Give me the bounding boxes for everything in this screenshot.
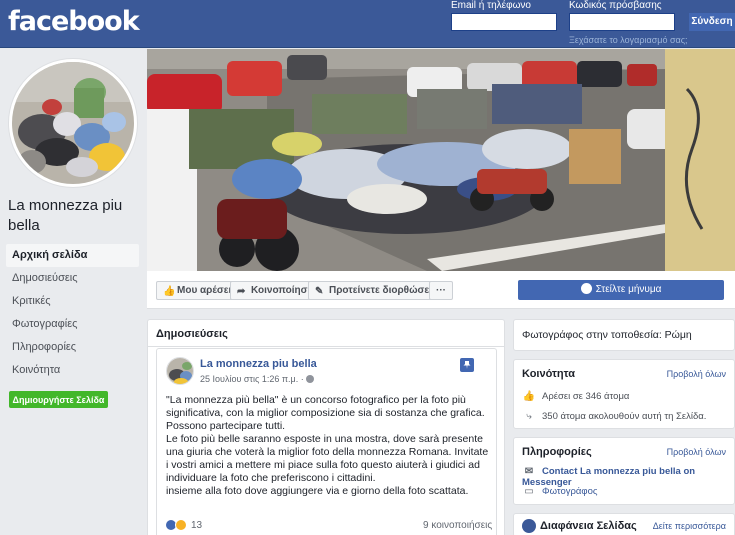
suggest-edits-button[interactable]: ✎ Προτείνετε διορθώσεις bbox=[308, 281, 444, 300]
reaction-count[interactable]: 13 bbox=[191, 520, 202, 531]
post-paragraph: "La monnezza più bella" è un concorso fo… bbox=[166, 394, 485, 419]
page-name[interactable]: La monnezza piu bella bbox=[8, 196, 143, 236]
messenger-icon: ✉ bbox=[524, 466, 534, 477]
email-input[interactable] bbox=[451, 13, 557, 31]
create-page-button[interactable]: Δημιουργήστε Σελίδα bbox=[9, 391, 108, 408]
email-label: Email ή τηλέφωνο bbox=[451, 0, 531, 11]
thumbs-up-icon: 👍 bbox=[163, 286, 176, 297]
facebook-icon bbox=[522, 519, 536, 533]
profile-photo-image bbox=[12, 62, 134, 184]
posts-section-title: Δημοσιεύσεις bbox=[156, 328, 228, 340]
post-author-name[interactable]: La monnezza piu bella bbox=[200, 358, 317, 370]
location-text: Φωτογράφος στην τοποθεσία: Ρώμη bbox=[522, 329, 692, 341]
nav-item-community[interactable]: Κοινότητα bbox=[6, 359, 139, 382]
post-text: "La monnezza più bella" è un concorso fo… bbox=[166, 394, 491, 498]
nav-item-photos[interactable]: Φωτογραφίες bbox=[6, 313, 139, 336]
community-see-all-link[interactable]: Προβολή όλων bbox=[667, 369, 726, 379]
thumbs-up-icon: 👍 bbox=[522, 391, 536, 402]
pinned-post: La monnezza piu bella 25 Ιουλίου στις 1:… bbox=[156, 348, 497, 535]
transparency-title: Διαφάνεια Σελίδας bbox=[540, 520, 637, 532]
login-button[interactable]: Σύνδεση bbox=[689, 13, 735, 31]
messenger-icon bbox=[580, 283, 592, 294]
forgot-account-link[interactable]: Ξεχάσατε το λογαριασμό σας; bbox=[569, 35, 688, 45]
community-card: Κοινότητα Προβολή όλων 👍 Αρέσει σε 346 άτ… bbox=[513, 359, 735, 429]
category-link[interactable]: ▭ Φωτογράφος bbox=[522, 486, 597, 497]
top-bar: facebook Email ή τηλέφωνο Κωδικός πρόσβα… bbox=[0, 0, 735, 48]
likes-row: 👍 Αρέσει σε 346 άτομα bbox=[522, 391, 630, 402]
pencil-icon: ✎ bbox=[315, 286, 324, 297]
page-action-bar: 👍 Μου αρέσει! ➦ Κοινοποίηση ✎ Προτείνετε… bbox=[147, 271, 735, 309]
facebook-logo[interactable]: facebook bbox=[8, 6, 140, 37]
transparency-see-more-link[interactable]: Δείτε περισσότερα bbox=[653, 521, 726, 531]
divider bbox=[148, 346, 504, 347]
location-card: Φωτογράφος στην τοποθεσία: Ρώμη bbox=[513, 319, 735, 351]
cover-photo[interactable] bbox=[147, 49, 735, 271]
transparency-card: Διαφάνεια Σελίδας Δείτε περισσότερα bbox=[513, 513, 735, 535]
globe-icon bbox=[306, 375, 315, 383]
info-title: Πληροφορίες bbox=[522, 446, 592, 458]
follow-icon: ⤷ bbox=[526, 411, 532, 422]
nav-item-home[interactable]: Αρχική σελίδα bbox=[6, 244, 139, 267]
password-label: Κωδικός πρόσβασης bbox=[569, 0, 662, 11]
more-options-button[interactable]: ··· bbox=[429, 281, 453, 300]
post-paragraph: insieme alla foto dove aggiungere via e … bbox=[166, 485, 469, 497]
nav-item-reviews[interactable]: Κριτικές bbox=[6, 290, 139, 313]
like-page-button[interactable]: 👍 Μου αρέσει! bbox=[156, 281, 241, 300]
posts-section: Δημοσιεύσεις La monnezza piu bella 25 Ιο… bbox=[147, 319, 505, 535]
nav-item-posts[interactable]: Δημοσιεύσεις bbox=[6, 267, 139, 290]
nav-item-about[interactable]: Πληροφορίες bbox=[6, 336, 139, 359]
info-card: Πληροφορίες Προβολή όλων ✉ Contact La mon… bbox=[513, 437, 735, 505]
messenger-contact-link[interactable]: ✉ Contact La monnezza piu bella on Messen… bbox=[522, 466, 734, 488]
send-message-button[interactable]: Στείλτε μήνυμα bbox=[518, 280, 724, 300]
post-paragraph: Possono partecipare tutti. bbox=[166, 420, 286, 432]
post-timestamp[interactable]: 25 Ιουλίου στις 1:26 π.μ. · bbox=[200, 374, 315, 384]
share-count[interactable]: 9 κοινοποιήσεις bbox=[423, 520, 492, 531]
profile-picture[interactable] bbox=[9, 59, 137, 187]
password-input[interactable] bbox=[569, 13, 675, 31]
share-arrow-icon: ➦ bbox=[237, 286, 246, 297]
sad-reaction-icon bbox=[175, 519, 187, 531]
info-see-all-link[interactable]: Προβολή όλων bbox=[667, 447, 726, 457]
follows-row: ⤷ 350 άτομα ακολουθούν αυτή τη Σελίδα. bbox=[522, 411, 706, 422]
post-author-avatar[interactable] bbox=[166, 357, 194, 385]
share-button[interactable]: ➦ Κοινοποίηση bbox=[230, 281, 320, 300]
community-title: Κοινότητα bbox=[522, 368, 575, 380]
pin-icon bbox=[460, 358, 474, 372]
post-paragraph: Le foto più belle saranno esposte in una… bbox=[166, 433, 489, 484]
category-icon: ▭ bbox=[524, 486, 534, 497]
left-navigation: Αρχική σελίδα Δημοσιεύσεις Κριτικές Φωτο… bbox=[6, 244, 139, 382]
